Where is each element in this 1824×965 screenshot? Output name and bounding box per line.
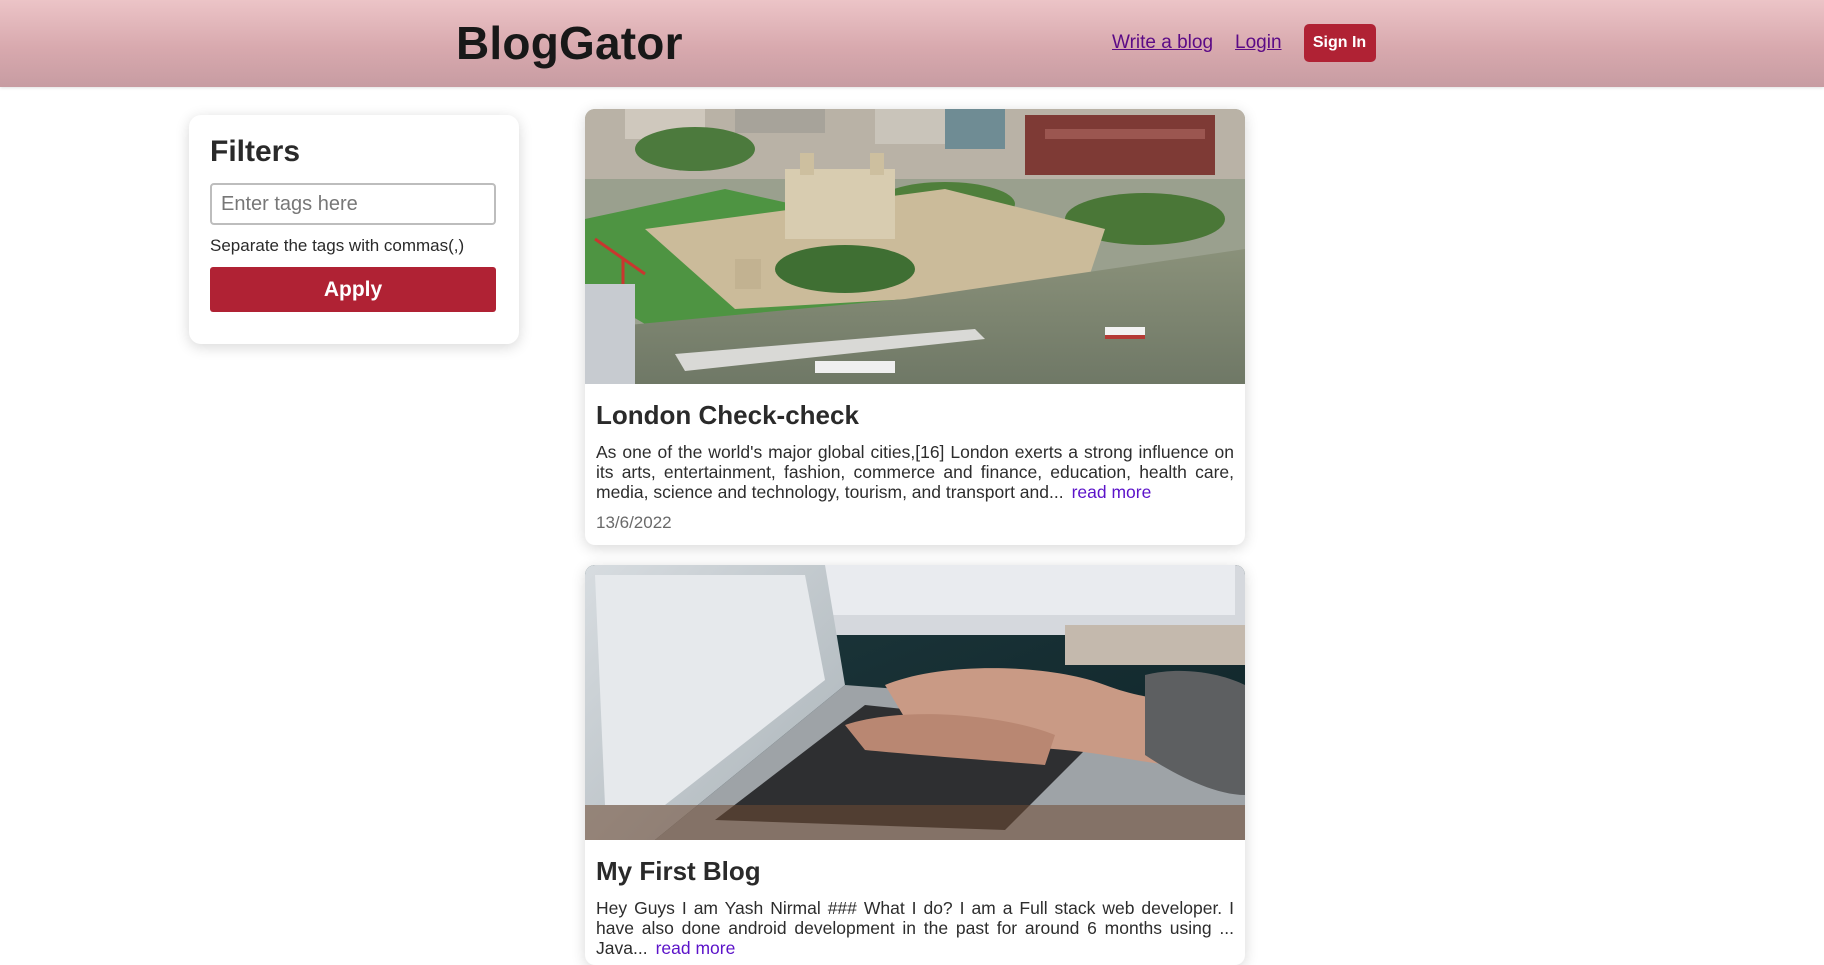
post-body: London Check-check As one of the world's… <box>585 384 1245 545</box>
post-body: My First Blog Hey Guys I am Yash Nirmal … <box>585 840 1245 965</box>
aerial-city-river-photo-icon <box>585 109 1245 384</box>
filters-title: Filters <box>210 135 301 168</box>
post-excerpt: Hey Guys I am Yash Nirmal ### What I do?… <box>596 898 1234 958</box>
read-more-link[interactable]: read more <box>1072 482 1152 502</box>
post-card[interactable]: London Check-check As one of the world's… <box>585 109 1245 545</box>
tags-hint: Separate the tags with commas(,) <box>210 236 465 255</box>
brand-logo[interactable]: BlogGator <box>456 16 683 70</box>
post-date: 13/6/2022 <box>596 513 672 532</box>
top-navbar: BlogGator Write a blog Login Sign In <box>0 0 1824 87</box>
post-title[interactable]: London Check-check <box>596 398 1234 432</box>
filters-panel: Filters Separate the tags with commas(,)… <box>189 115 519 344</box>
apply-button[interactable]: Apply <box>210 267 496 312</box>
sign-in-button[interactable]: Sign In <box>1303 24 1376 62</box>
post-image[interactable] <box>585 109 1245 384</box>
read-more-link[interactable]: read more <box>656 938 736 958</box>
post-title[interactable]: My First Blog <box>596 854 1234 888</box>
write-blog-link[interactable]: Write a blog <box>1112 32 1213 54</box>
tags-input[interactable] <box>210 183 496 225</box>
main-nav: Write a blog Login Sign In <box>1112 24 1376 62</box>
post-card[interactable]: My First Blog Hey Guys I am Yash Nirmal … <box>585 565 1245 965</box>
login-link[interactable]: Login <box>1235 32 1282 54</box>
laptop-typing-photo-icon <box>585 565 1245 840</box>
post-excerpt: As one of the world's major global citie… <box>596 442 1234 502</box>
post-image[interactable] <box>585 565 1245 840</box>
